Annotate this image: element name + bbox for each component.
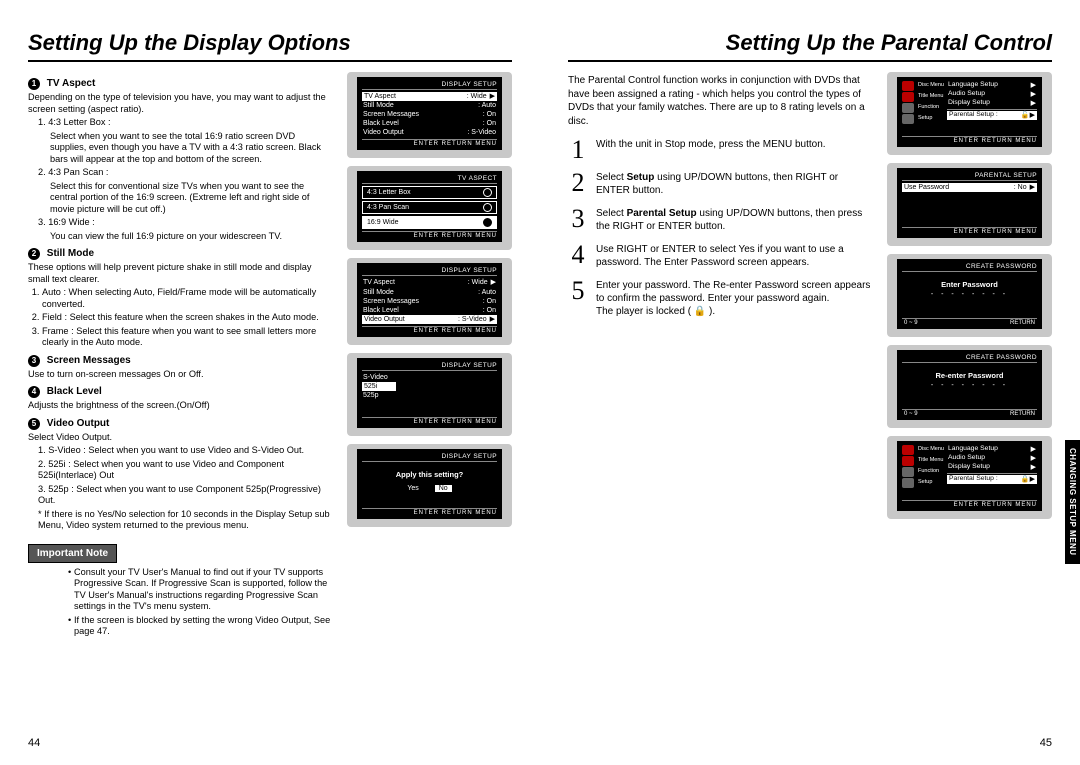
step-4: 4 Use RIGHT or ENTER to select Yes if yo…	[568, 243, 873, 269]
bullet-5: 5	[28, 418, 40, 430]
function-icon	[902, 103, 914, 113]
video-note: * If there is no Yes/No selection for 10…	[38, 509, 333, 532]
sec-still-mode: 2 Still Mode	[28, 248, 333, 260]
tv-aspect-intro: Depending on the type of television you …	[28, 92, 333, 115]
step-5: 5 Enter your password. The Re-enter Pass…	[568, 279, 873, 318]
yes-option: Yes	[407, 485, 418, 492]
no-option: No	[435, 485, 452, 492]
video-opt3: 3. 525p : Select when you want to use Co…	[38, 484, 333, 507]
fineprint-b: If the screen is blocked by setting the …	[68, 615, 333, 638]
left-columns: 1 TV Aspect Depending on the type of tel…	[28, 72, 512, 646]
black-level-body: Adjusts the brightness of the screen.(On…	[28, 400, 333, 412]
video-opt1: 1. S-Video : Select when you want to use…	[38, 445, 333, 457]
bullet-2: 2	[28, 248, 40, 260]
video-opt2: 2. 525i : Select when you want to use Vi…	[38, 459, 333, 482]
screen-setup-menu-1: Disc Menu Title Menu Function Setup Lang…	[887, 72, 1052, 155]
side-tab: CHANGING SETUP MENU	[1065, 440, 1080, 564]
setup-icon	[902, 478, 914, 488]
tv-aspect-opt3-label: 3. 16:9 Wide :	[38, 217, 333, 229]
screen-create-password-reenter: CREATE PASSWORD Re-enter Password - - - …	[887, 345, 1052, 428]
video-out-intro: Select Video Output.	[28, 432, 333, 444]
setup-icon	[902, 114, 914, 124]
left-title: Setting Up the Display Options	[28, 30, 512, 62]
right-screens: Disc Menu Title Menu Function Setup Lang…	[887, 72, 1052, 519]
screen-tv-aspect: TV ASPECT 4:3 Letter Box 4:3 Pan Scan 16…	[347, 166, 512, 250]
bullet-4: 4	[28, 386, 40, 398]
page-44: Setting Up the Display Options 1 TV Aspe…	[0, 0, 540, 765]
important-note-box: Important Note	[28, 544, 117, 563]
step-1: 1 With the unit in Stop mode, press the …	[568, 138, 873, 161]
tv-aspect-opt1: Select when you want to see the total 16…	[50, 131, 333, 166]
disc-menu-icon	[902, 445, 914, 455]
disc-menu-icon	[902, 81, 914, 91]
screen-setup-menu-2: Disc Menu Title Menu Function Setup Lang…	[887, 436, 1052, 519]
left-screens: DISPLAY SETUP TV Aspect: Wide▶ Still Mod…	[347, 72, 512, 646]
screen-video-output: DISPLAY SETUP S-Video 525i 525p ENTER RE…	[347, 353, 512, 436]
screen-display-1: DISPLAY SETUP TV Aspect: Wide▶ Still Mod…	[347, 72, 512, 158]
left-text-column: 1 TV Aspect Depending on the type of tel…	[28, 72, 333, 646]
tv-aspect-opt3: You can view the full 16:9 picture on yo…	[50, 231, 333, 243]
right-text-column: The Parental Control function works in c…	[568, 72, 873, 519]
bullet-3: 3	[28, 355, 40, 367]
pagenum-45: 45	[1040, 737, 1052, 749]
still-opt1: Auto : When selecting Auto, Field/Frame …	[42, 287, 333, 310]
step-2: 2 Select Setup using UP/DOWN buttons, th…	[568, 171, 873, 197]
title-menu-icon	[902, 92, 914, 102]
step-3: 3 Select Parental Setup using UP/DOWN bu…	[568, 207, 873, 233]
title-menu-icon	[902, 456, 914, 466]
function-icon	[902, 467, 914, 477]
tv-aspect-opt2-label: 2. 4:3 Pan Scan :	[38, 167, 333, 179]
fineprint-a: Consult your TV User's Manual to find ou…	[68, 567, 333, 613]
lock-icon: 🔒	[1021, 475, 1030, 484]
tv-aspect-opt1-label: 1. 4:3 Letter Box :	[38, 117, 333, 129]
still-intro: These options will help prevent picture …	[28, 262, 333, 285]
still-opt3: Frame : Select this feature when you wan…	[42, 326, 333, 349]
pagenum-44: 44	[28, 737, 40, 749]
still-list: Auto : When selecting Auto, Field/Frame …	[42, 287, 333, 349]
right-title: Setting Up the Parental Control	[568, 30, 1052, 62]
right-intro: The Parental Control function works in c…	[568, 74, 873, 128]
screen-parental-setup: PARENTAL SETUP Use Password: No▶ ENTER R…	[887, 163, 1052, 246]
bullet-1: 1	[28, 78, 40, 90]
radio-icon	[483, 203, 492, 212]
sec-video-output: 5 Video Output	[28, 418, 333, 430]
sec-tv-aspect: 1 TV Aspect	[28, 78, 333, 90]
screen-msg-body: Use to turn on-screen messages On or Off…	[28, 369, 333, 381]
sec-screen-messages: 3 Screen Messages	[28, 355, 333, 367]
tv-aspect-opt2: Select this for conventional size TVs wh…	[50, 181, 333, 216]
steps-list: 1 With the unit in Stop mode, press the …	[568, 138, 873, 318]
right-columns: The Parental Control function works in c…	[568, 72, 1052, 519]
page-45: Setting Up the Parental Control The Pare…	[540, 0, 1080, 765]
radio-icon	[483, 218, 492, 227]
sec-black-level: 4 Black Level	[28, 386, 333, 398]
lock-icon: 🔓	[1021, 111, 1030, 120]
still-opt2: Field : Select this feature when the scr…	[42, 312, 333, 324]
radio-icon	[483, 188, 492, 197]
fineprint-list: Consult your TV User's Manual to find ou…	[28, 567, 333, 638]
screen-display-2: DISPLAY SETUP TV Aspect: Wide▶ Still Mod…	[347, 258, 512, 344]
screen-create-password-enter: CREATE PASSWORD Enter Password - - - - -…	[887, 254, 1052, 337]
screen-apply: DISPLAY SETUP Apply this setting? Yes No…	[347, 444, 512, 527]
